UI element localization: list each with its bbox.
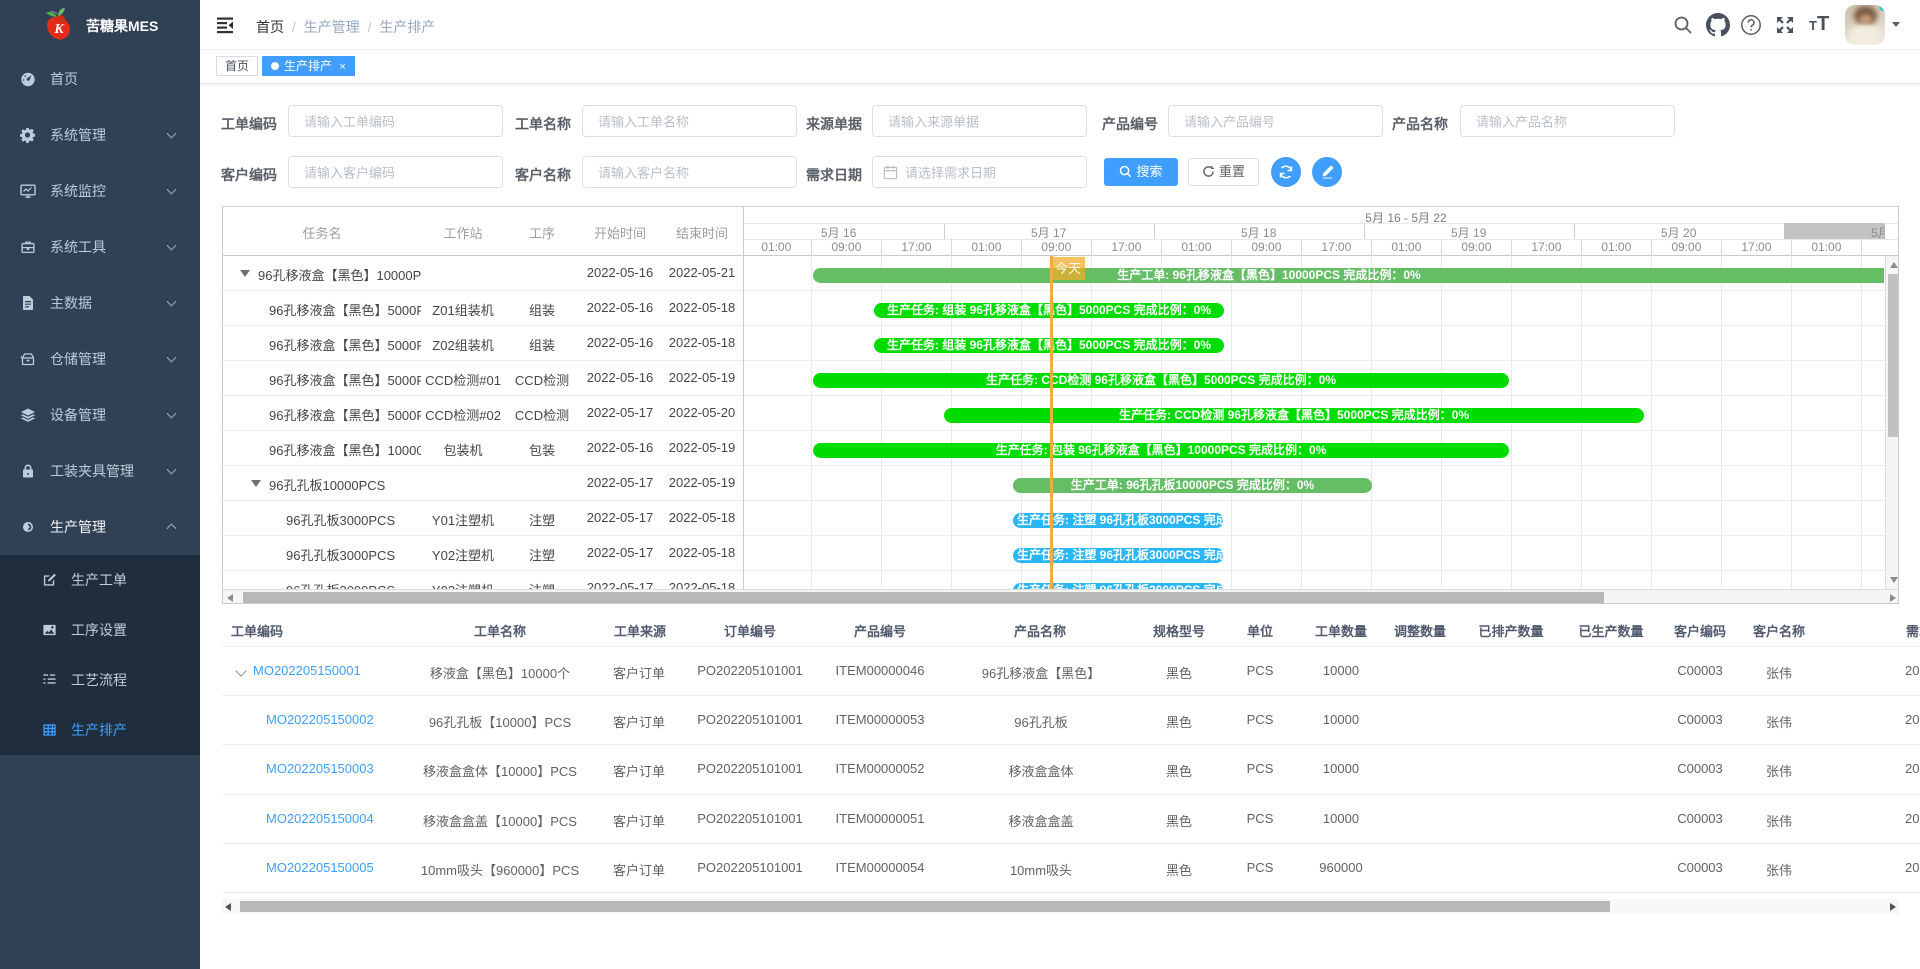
svg-text:K: K [53,22,65,37]
